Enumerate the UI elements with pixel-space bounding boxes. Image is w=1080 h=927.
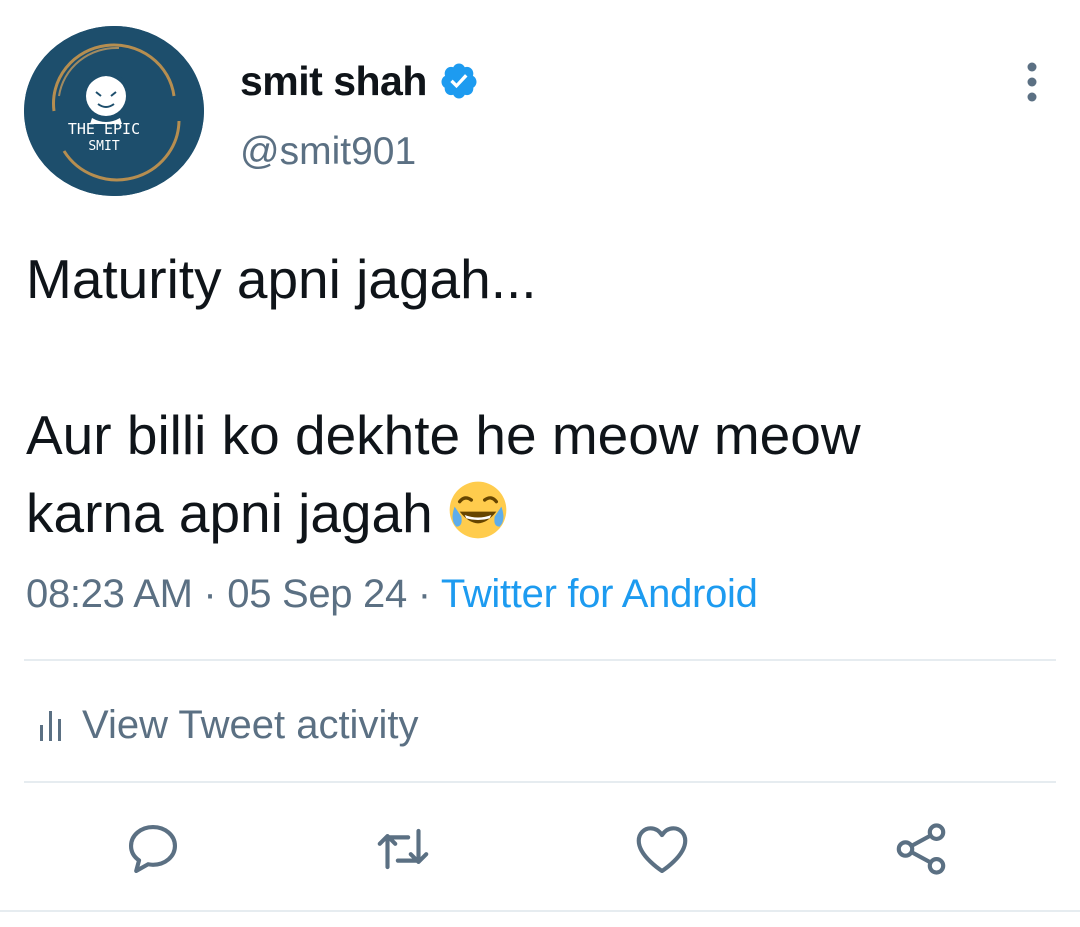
svg-text:SMIT: SMIT (88, 139, 119, 154)
tweet-text-content: Maturity apni jagah... Aur billi ko dekh… (26, 248, 861, 544)
divider (0, 910, 1080, 912)
author-name-row[interactable]: smit shah (240, 58, 479, 104)
svg-text:THE EPIC: THE EPIC (68, 120, 140, 138)
author-handle[interactable]: @smit901 (240, 130, 416, 174)
face-with-tears-of-joy-icon (449, 481, 507, 539)
divider (24, 659, 1056, 661)
verified-badge-icon (441, 63, 477, 99)
retweet-icon[interactable] (372, 818, 434, 880)
tweet-time: 08:23 AM (26, 572, 193, 616)
avatar[interactable]: THE EPIC SMIT (24, 26, 204, 196)
meta-separator: · (192, 572, 228, 616)
display-name[interactable]: smit shah (240, 58, 427, 105)
bar-chart-icon (40, 711, 61, 741)
avatar-logo-icon: THE EPIC SMIT (24, 26, 204, 196)
heart-icon[interactable] (631, 818, 693, 880)
meta-separator: · (406, 572, 441, 616)
share-icon[interactable] (890, 818, 952, 880)
tweet-meta: 08:23 AM · 05 Sep 24 · Twitter for Andro… (26, 572, 758, 617)
tweet-detail: THE EPIC SMIT smit shah @smit901 Maturit… (0, 0, 1080, 927)
view-tweet-activity-label: View Tweet activity (82, 702, 419, 747)
reply-icon[interactable] (122, 818, 184, 880)
tweet-date[interactable]: 05 Sep 24 (227, 572, 407, 616)
tweet-text: Maturity apni jagah... Aur billi ko dekh… (26, 240, 1026, 552)
divider (24, 781, 1056, 783)
tweet-source-link[interactable]: Twitter for Android (441, 572, 758, 616)
view-tweet-activity-button[interactable]: View Tweet activity (36, 700, 418, 750)
more-options-icon[interactable] (1014, 60, 1050, 104)
